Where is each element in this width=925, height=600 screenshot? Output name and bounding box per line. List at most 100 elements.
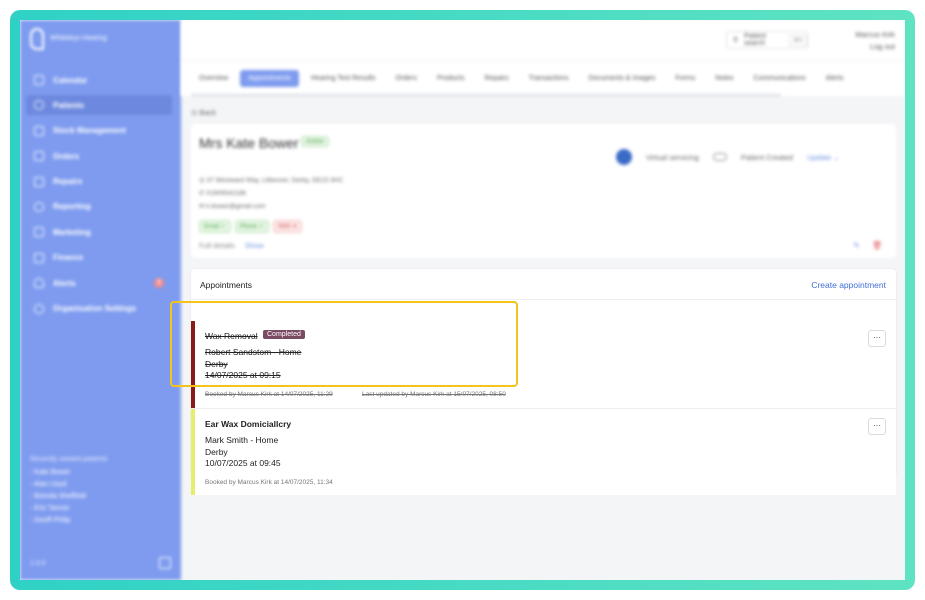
logout-link[interactable]: Log out (855, 41, 895, 53)
patient-edit-actions: ✎ 🗑 (853, 241, 882, 250)
tab-transactions[interactable]: Transactions (521, 70, 577, 87)
chevron-down-icon: ⌄ (833, 152, 840, 162)
update-dropdown[interactable]: Update ⌄ (807, 153, 840, 162)
sidebar-item-calendar[interactable]: Calendar (26, 70, 172, 90)
tab-alerts[interactable]: Alerts (818, 70, 852, 87)
orders-icon (34, 151, 44, 162)
user-name: Marcus Kirk (855, 30, 895, 39)
create-appointment-button[interactable]: Create appointment (811, 280, 886, 290)
recent-patient-link[interactable]: - Alan Lloyd (30, 481, 107, 488)
tab-overview[interactable]: Overview (191, 70, 236, 87)
appointment-title: Ear Wax Domiciallcry (205, 419, 292, 429)
appointment-location: Derby (205, 359, 228, 369)
patient-card: Mrs Kate Bower Active ◎ 37 Westward Way,… (191, 124, 896, 258)
appointment-card-wax-removal[interactable]: Wax Removal Completed Robert Sandstom - … (191, 321, 896, 408)
tab-communications[interactable]: Communications (746, 70, 814, 87)
completed-status-badge: Completed (263, 330, 305, 339)
appointment-datetime: 10/07/2025 at 09:45 (205, 458, 281, 468)
patient-actions: Virtual servicing Patient Created Update… (616, 149, 840, 165)
recent-patient-link[interactable]: - Eric Tanner (30, 505, 107, 512)
bell-icon (34, 278, 44, 289)
tab-hearing-test-results[interactable]: Hearing Test Results (303, 70, 383, 87)
sidebar-item-marketing[interactable]: Marketing (26, 222, 172, 242)
email-preference-chip[interactable]: Email ✓ (199, 220, 231, 233)
appointment-last-updated: Last updated by Marcus Kirk at 15/07/202… (362, 391, 506, 398)
collapse-sidebar-icon[interactable] (159, 557, 171, 569)
recent-patients: Recently viewed patients - Kate Bower - … (30, 456, 107, 529)
recent-patient-link[interactable]: - Geoff Philip (30, 517, 107, 524)
appointments-panel: Appointments Create appointment Wax Remo… (191, 269, 896, 495)
appointment-location: Derby (205, 447, 228, 457)
sidebar-item-label: Orders (53, 151, 80, 161)
patient-search-input[interactable]: ⚲ Patient search ⌘K (726, 31, 808, 49)
show-details-link[interactable]: Show (245, 241, 264, 250)
calendar-icon (34, 75, 44, 85)
sidebar-item-patients[interactable]: Patients (26, 95, 172, 116)
sms-preference-chip[interactable]: SMS ✕ (272, 220, 303, 233)
appointments-title: Appointments (200, 280, 252, 290)
sidebar-item-orders[interactable]: Orders (26, 146, 172, 166)
recent-patient-link[interactable]: - Brenda Sheffield (30, 493, 107, 500)
tab-orders[interactable]: Orders (387, 70, 424, 87)
tab-notes[interactable]: Notes (707, 70, 741, 87)
sidebar-item-organisation-settings[interactable]: Organisation Settings (26, 299, 172, 319)
recent-patient-link[interactable]: - Kate Bower (30, 469, 107, 476)
mail-icon (34, 227, 44, 238)
tab-repairs[interactable]: Repairs (477, 70, 517, 87)
edit-icon[interactable]: ✎ (853, 241, 860, 250)
update-label: Update (806, 152, 832, 162)
appointment-clinician: Robert Sandstom - Home (205, 347, 302, 357)
back-link[interactable]: ⊙ Back (191, 108, 216, 117)
virtual-servicing-label: Virtual servicing (646, 152, 699, 162)
patient-tabs: Overview Appointments Hearing Test Resul… (181, 60, 905, 96)
clock-icon (34, 201, 44, 212)
sidebar-item-stock-management[interactable]: Stock Management (26, 121, 172, 141)
sidebar-item-label: Stock Management (53, 126, 126, 136)
appointment-title: Wax Removal (205, 331, 258, 341)
globe-icon[interactable] (616, 149, 632, 165)
back-label: Back (199, 108, 217, 117)
appointment-card-ear-wax-domiciliary[interactable]: Ear Wax Domiciallcry Mark Smith - Home D… (191, 408, 896, 495)
appointment-datetime: 14/07/2025 at 09:15 (205, 370, 281, 380)
app-version: 1.0.0 (30, 560, 46, 567)
tab-products[interactable]: Products (429, 70, 473, 87)
sidebar-item-label: Reporting (53, 202, 91, 212)
sidebar-item-alerts[interactable]: Alerts 2 (26, 273, 172, 293)
sidebar-item-label: Organisation Settings (53, 304, 137, 314)
sidebar-item-repairs[interactable]: Repairs (26, 172, 172, 192)
wrench-icon (34, 176, 44, 187)
sidebar-item-reporting[interactable]: Reporting (26, 197, 172, 217)
sidebar-item-finance[interactable]: Finance (26, 248, 172, 268)
main-content: ⚲ Patient search ⌘K Marcus Kirk Log out … (181, 20, 905, 580)
search-label: Patient search (744, 33, 766, 47)
app-window: Whiteleys Hearing Calendar Patients Stoc… (20, 20, 905, 580)
address-text: 37 Westward Way, Littleover, Derby, DE23… (206, 177, 344, 184)
tab-appointments[interactable]: Appointments (240, 70, 299, 87)
tab-documents-images[interactable]: Documents & Images (580, 70, 663, 87)
virtual-servicing-toggle[interactable] (712, 153, 727, 161)
patient-email: ✉ k.bower@gmail.com (199, 202, 265, 210)
search-icon: ⚲ (733, 37, 739, 44)
sidebar-item-label: Marketing (53, 227, 91, 237)
full-details-row: Full details Show (199, 241, 264, 250)
user-icon (34, 100, 44, 111)
patient-status-badge: Active (301, 136, 329, 147)
logo: Whiteleys Hearing (30, 28, 110, 50)
appointment-more-button[interactable]: ··· (868, 418, 886, 435)
gear-icon (34, 303, 44, 314)
box-icon (34, 125, 44, 136)
sidebar-nav: Calendar Patients Stock Management Order… (26, 70, 172, 324)
card-icon (34, 252, 44, 263)
phone-text: 01909542186 (206, 190, 247, 197)
appointment-booked-by: Booked by Marcus Kirk at 14/07/2025, 11:… (205, 391, 333, 398)
phone-preference-chip[interactable]: Phone ✓ (234, 220, 269, 233)
alerts-count-badge: 2 (154, 278, 164, 289)
appointment-status-bar (191, 409, 195, 495)
topbar: ⚲ Patient search ⌘K Marcus Kirk Log out (181, 20, 905, 60)
tab-forms[interactable]: Forms (667, 70, 703, 87)
appointment-status-bar (191, 321, 195, 408)
trash-icon[interactable]: 🗑 (872, 241, 882, 250)
appointment-more-button[interactable]: ··· (868, 330, 886, 347)
full-details-label: Full details (199, 241, 235, 250)
tabs-scrollbar[interactable] (191, 94, 781, 96)
